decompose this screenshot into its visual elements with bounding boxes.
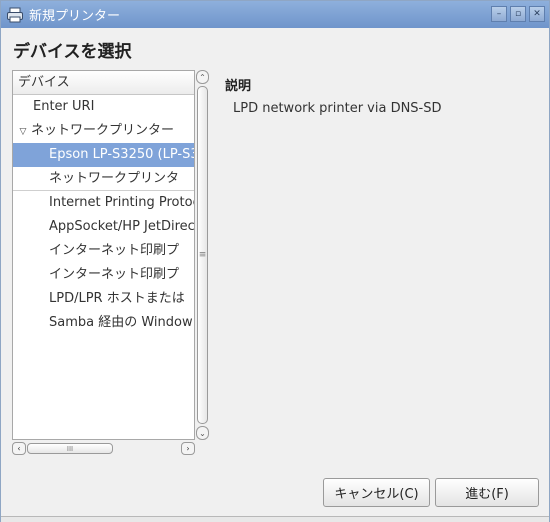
maximize-icon[interactable]: ▫ — [510, 6, 526, 22]
device-list: デバイス Enter URI ▽ ネットワークプリンター Epson LP-S32… — [12, 70, 195, 440]
new-printer-window: 新規プリンター – ▫ ✕ デバイスを選択 デバイス Enter URI ▽ ネッ… — [0, 0, 550, 522]
device-item-enter-uri[interactable]: Enter URI — [13, 95, 194, 119]
device-item-ipp[interactable]: Internet Printing Protoc — [13, 191, 194, 215]
horizontal-scroll-thumb[interactable]: III — [27, 443, 113, 454]
list-item-label: ネットワークプリンタ — [49, 171, 180, 186]
list-item-label: LPD/LPR ホストまたは — [49, 291, 185, 306]
list-item-label: インターネット印刷プ — [49, 243, 180, 258]
close-icon[interactable]: ✕ — [529, 6, 545, 22]
forward-button[interactable]: 進む(F) — [435, 478, 539, 507]
scroll-down-icon[interactable]: ⌄ — [196, 426, 209, 440]
list-item-label: ネットワークプリンター — [31, 123, 175, 138]
device-item-appsocket[interactable]: AppSocket/HP JetDirec — [13, 215, 194, 239]
device-item-network-printer-search[interactable]: ネットワークプリンタ — [13, 167, 194, 191]
list-item-label: Enter URI — [33, 99, 95, 114]
scroll-up-icon[interactable]: ⌃ — [196, 70, 209, 84]
title-bar[interactable]: 新規プリンター – ▫ ✕ — [1, 1, 549, 28]
printer-icon — [6, 6, 24, 24]
device-list-header[interactable]: デバイス — [13, 71, 194, 95]
description-text: LPD network printer via DNS-SD — [233, 101, 442, 116]
device-item-samba[interactable]: Samba 経由の Window — [13, 311, 194, 335]
list-item-label: Internet Printing Protoc — [49, 195, 194, 210]
scroll-left-icon[interactable]: ‹ — [12, 442, 26, 455]
list-item-label: Samba 経由の Window — [49, 315, 193, 330]
device-item-internet-printing-2[interactable]: インターネット印刷プ — [13, 263, 194, 287]
minimize-icon[interactable]: – — [491, 6, 507, 22]
page-title: デバイスを選択 — [13, 42, 132, 62]
expander-arrow-icon[interactable]: ▽ — [15, 120, 31, 143]
window-title: 新規プリンター — [29, 9, 121, 24]
vertical-scroll-thumb[interactable]: ≡ — [197, 86, 208, 424]
device-list-horizontal-scrollbar[interactable]: ‹ III › — [12, 442, 195, 455]
description-title: 説明 — [225, 79, 252, 94]
device-item-lpd-lpr[interactable]: LPD/LPR ホストまたは — [13, 287, 194, 311]
device-list-vertical-scrollbar[interactable]: ⌃ ≡ ⌄ — [196, 70, 209, 440]
device-group-network-printer[interactable]: ▽ ネットワークプリンター — [13, 119, 194, 143]
list-item-label: インターネット印刷プ — [49, 267, 180, 282]
device-item-epson[interactable]: Epson LP-S3250 (LP-S3 — [13, 143, 194, 167]
list-item-label: Epson LP-S3250 (LP-S3 — [49, 147, 194, 162]
window-bottom-edge — [1, 516, 549, 522]
device-item-internet-printing-1[interactable]: インターネット印刷プ — [13, 239, 194, 263]
cancel-button[interactable]: キャンセル(C) — [323, 478, 430, 507]
scroll-right-icon[interactable]: › — [181, 442, 195, 455]
window-controls: – ▫ ✕ — [491, 6, 545, 22]
list-item-label: AppSocket/HP JetDirec — [49, 219, 194, 234]
